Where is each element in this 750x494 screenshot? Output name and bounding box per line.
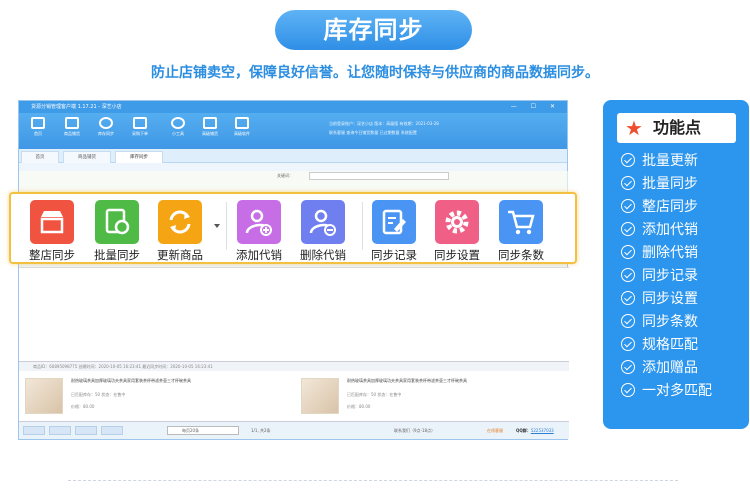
bottom-divider: [68, 480, 678, 481]
sync-records-button[interactable]: 同步记录: [371, 200, 417, 263]
product-thumbnail: [301, 378, 339, 414]
box-icon: [203, 117, 217, 129]
remove-user-icon: [301, 200, 345, 244]
pager-first-button[interactable]: [23, 426, 45, 435]
feature-item: 删除代销: [621, 244, 698, 262]
check-circle-icon: [621, 337, 635, 351]
toolbar-divider: [362, 202, 363, 250]
feature-item: 同步记录: [621, 267, 698, 285]
batch-sync-icon: [95, 200, 139, 244]
add-user-icon: [237, 200, 281, 244]
sync-count-button[interactable]: 同步条数: [498, 200, 544, 263]
ribbon-advanced[interactable]: 高级铺货: [197, 117, 223, 137]
list-item[interactable]: 耐热玻璃茶具加厚玻璃功夫茶具家用套装茶杯带滤茶壶三才杯碗茶具 已匹配库存：50 …: [295, 376, 565, 416]
feature-item: 添加代销: [621, 221, 698, 239]
ribbon-purchase[interactable]: 采购下单: [127, 117, 153, 137]
check-circle-icon: [621, 314, 635, 328]
check-circle-icon: [621, 360, 635, 374]
check-circle-icon: [621, 268, 635, 282]
cart-icon: [499, 200, 543, 244]
keyword-input[interactable]: [309, 172, 449, 180]
ribbon-home[interactable]: 首页: [25, 117, 51, 137]
window-title: 货源分销管理客户端 1.17.21 - 深艺小店: [31, 104, 122, 110]
page-size-select[interactable]: 每页20条: [167, 426, 239, 435]
remove-consignment-button[interactable]: 删除代销: [300, 200, 346, 263]
page-subtitle: 防止店铺卖空，保障良好信誉。让您随时保持与供应商的商品数据同步。: [151, 65, 599, 81]
feature-item: 同步条数: [621, 313, 698, 331]
feature-panel: ★ 功能点 批量更新 批量同步 整店同步 添加代销 删除代销 同步记录 同步设置 …: [603, 100, 749, 429]
tools-icon: [171, 117, 185, 129]
feature-item: 批量更新: [621, 152, 698, 170]
feature-panel-title: ★ 功能点: [617, 113, 736, 143]
sync-grid: [19, 267, 569, 361]
page-title: 库存同步: [275, 10, 472, 50]
product-thumbnail: [25, 378, 63, 414]
pager-next-button[interactable]: [75, 426, 97, 435]
page-info: 1/1, 共2条: [251, 428, 271, 433]
sync-icon: [99, 117, 113, 129]
qq-group: QQ群：522537033: [516, 428, 554, 433]
check-circle-icon: [621, 176, 635, 190]
keyword-label: 关键词：: [277, 173, 293, 178]
check-circle-icon: [621, 245, 635, 259]
online-service-link[interactable]: 在线客服: [487, 428, 503, 434]
tab-stock-sync[interactable]: 库存同步: [115, 151, 163, 163]
ribbon-info: 当前登录账户：深艺小店 版本：高级版 有效期：2021-03-28 联系客服 查…: [329, 121, 439, 135]
check-circle-icon: [621, 199, 635, 213]
cart-icon: [133, 117, 147, 129]
feature-item: 添加赠品: [621, 359, 698, 377]
refresh-icon: [158, 200, 202, 244]
feature-item: 整店同步: [621, 198, 698, 216]
update-products-button[interactable]: 更新商品: [157, 200, 203, 263]
window-controls[interactable]: — ☐ ✕: [511, 101, 561, 113]
check-circle-icon: [621, 291, 635, 305]
tab-strip: 首页 商品铺货 库存同步: [19, 149, 567, 163]
check-circle-icon: [621, 383, 635, 397]
check-circle-icon: [621, 222, 635, 236]
product-header: 商品ID：60895098775 创建时间：2020-10-05 16:23:4…: [19, 362, 569, 371]
tab-home[interactable]: 首页: [21, 151, 59, 163]
store-icon: [65, 117, 79, 129]
gear-icon: [435, 200, 479, 244]
batch-sync-button[interactable]: 批量同步: [94, 200, 140, 263]
feature-item: 批量同步: [621, 175, 698, 193]
add-consignment-button[interactable]: 添加代销: [236, 200, 282, 263]
list-item[interactable]: 耐热玻璃茶具加厚玻璃功夫茶具家用套装茶杯带滤茶壶三才杯碗茶具 已匹配库存：50 …: [19, 376, 289, 416]
edit-record-icon: [372, 200, 416, 244]
feature-item: 一对多匹配: [621, 382, 712, 400]
ribbon-tools[interactable]: 小工具: [165, 117, 191, 137]
grid-icon: [235, 117, 249, 129]
feature-item: 规格匹配: [621, 336, 698, 354]
ribbon-software[interactable]: 高级软件: [229, 117, 255, 137]
pager-prev-button[interactable]: [49, 426, 71, 435]
app-window-screenshot: 货源分销管理客户端 1.17.21 - 深艺小店 — ☐ ✕ 首页 商品铺货 库…: [18, 100, 569, 440]
store-sync-button[interactable]: 整店同步: [29, 200, 75, 263]
tab-products[interactable]: 商品铺货: [63, 151, 111, 163]
sync-settings-button[interactable]: 同步设置: [434, 200, 480, 263]
pager: 每页20条 1/1, 共2条 联系我们（9点-18点） 在线客服 QQ群：522…: [19, 421, 569, 439]
sync-toolbar: 整店同步 批量同步 更新商品 添加代销 删除代销 同步记录 同步设置 同步条数: [9, 192, 577, 264]
product-list: 商品ID：60895098775 创建时间：2020-10-05 16:23:4…: [19, 361, 569, 421]
ribbon-stock-sync[interactable]: 库存同步: [93, 117, 119, 137]
toolbar-background: [19, 171, 569, 193]
ribbon-products[interactable]: 商品铺货: [59, 117, 85, 137]
feature-item: 同步设置: [621, 290, 698, 308]
toolbar-divider: [226, 202, 227, 250]
check-circle-icon: [621, 153, 635, 167]
store-icon: [30, 200, 74, 244]
star-icon: ★: [625, 116, 643, 140]
update-products-dropdown[interactable]: [214, 224, 220, 228]
pager-last-button[interactable]: [101, 426, 123, 435]
contact-us: 联系我们（9点-18点）: [394, 428, 436, 433]
ribbon: 首页 商品铺货 库存同步 采购下单 小工具 高级铺货 高级软件 当前登录账户：深…: [19, 113, 567, 149]
home-icon: [31, 117, 45, 129]
window-titlebar: 货源分销管理客户端 1.17.21 - 深艺小店 — ☐ ✕: [19, 101, 567, 113]
